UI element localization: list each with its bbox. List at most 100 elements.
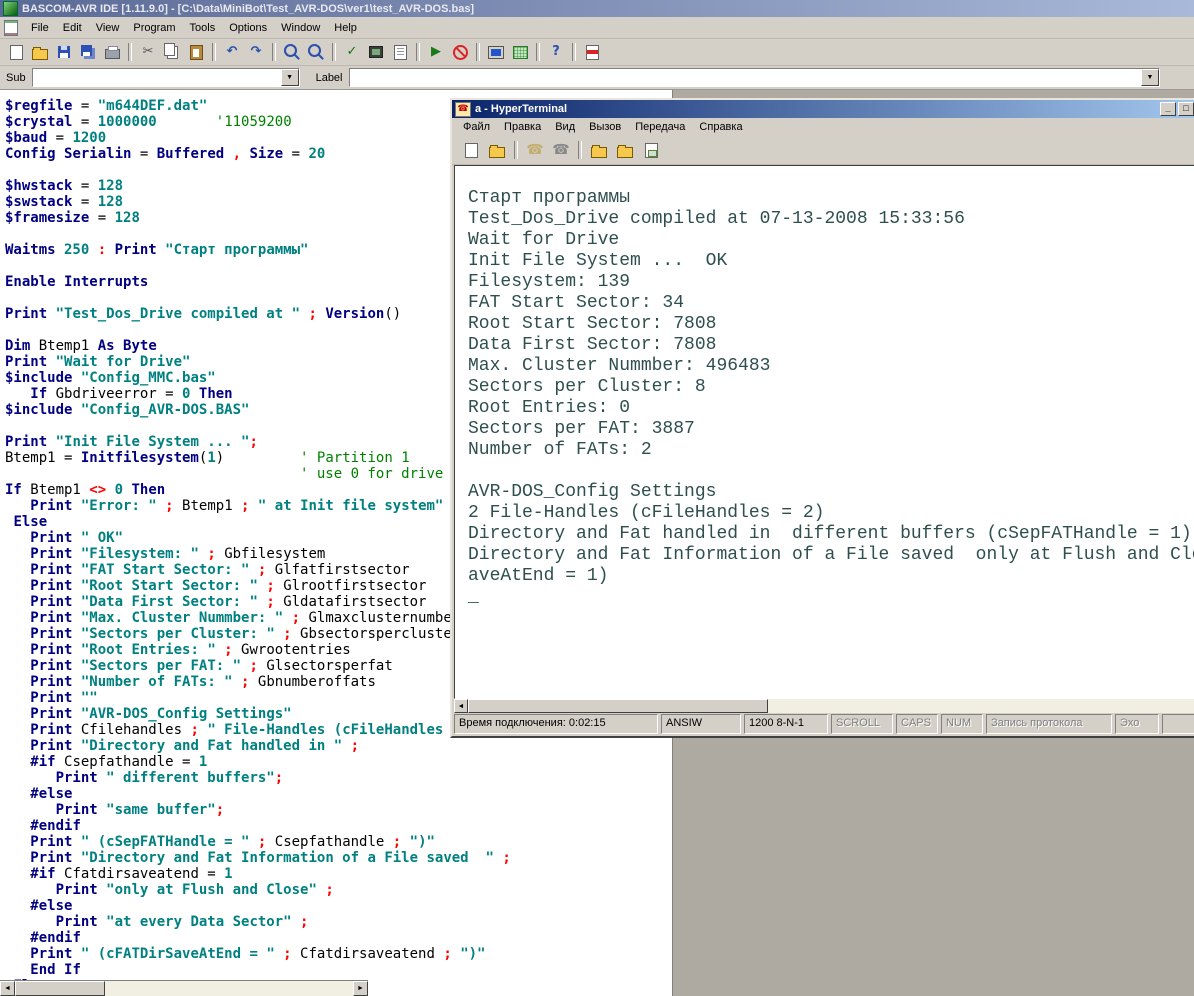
label-combo-dropdown-icon[interactable]: ▼	[1141, 69, 1159, 86]
terminal-hscrollbar[interactable]: ◄ ►	[454, 699, 1194, 713]
syntax-check-button[interactable]: ✓	[341, 41, 363, 63]
code-line: Print "Directory and Fat handled in " ;	[5, 738, 672, 754]
program-chip-button[interactable]	[449, 41, 471, 63]
terminal-line: Init File System ... OK	[468, 251, 1194, 272]
open-connection-button[interactable]	[485, 138, 509, 162]
new-connection-button[interactable]	[459, 138, 483, 162]
menu-view[interactable]: View	[89, 20, 127, 36]
ht-menu-вид[interactable]: Вид	[548, 119, 582, 135]
copy-icon	[164, 43, 175, 56]
program-chip-icon	[453, 45, 468, 60]
main-toolbar-separator	[416, 43, 420, 61]
paste-icon	[190, 45, 203, 60]
find-next-button[interactable]	[305, 41, 327, 63]
ht-menu-правка[interactable]: Правка	[497, 119, 548, 135]
ht-menu-передача[interactable]: Передача	[628, 119, 692, 135]
open-file-icon	[32, 49, 48, 60]
main-toolbar-separator	[128, 43, 132, 61]
editor-scroll-right-icon[interactable]: ►	[353, 981, 368, 996]
editor-scroll-thumb[interactable]	[15, 981, 105, 996]
label-combo[interactable]: ▼	[349, 68, 1161, 87]
menu-program[interactable]: Program	[126, 20, 182, 36]
open-connection-icon	[489, 147, 505, 158]
properties-button[interactable]	[639, 138, 663, 162]
menu-tools[interactable]: Tools	[183, 20, 223, 36]
ht-menu-вызов[interactable]: Вызов	[582, 119, 628, 135]
cut-button[interactable]: ✂	[137, 41, 159, 63]
terminal-screen[interactable]: Старт программыTest_Dos_Drive compiled a…	[454, 165, 1194, 699]
menu-window[interactable]: Window	[274, 20, 327, 36]
find-next-icon	[308, 44, 321, 57]
compile-icon	[369, 46, 383, 58]
call-button[interactable]: ☎	[523, 138, 547, 162]
terminal-scroll-thumb[interactable]	[468, 699, 768, 713]
label-combo-value	[350, 69, 1142, 86]
code-line: #if Cfatdirsaveatend = 1	[5, 866, 672, 882]
ht-toolbar-separator	[578, 141, 582, 159]
terminal-line: Max. Cluster Nummber: 496483	[468, 356, 1194, 377]
document-icon	[4, 20, 18, 36]
menu-file[interactable]: File	[24, 20, 56, 36]
save-button[interactable]	[53, 41, 75, 63]
ht-window-title: a - HyperTerminal	[475, 103, 567, 115]
ht-statusbar: Время подключения: 0:02:15 ANSIW 1200 8-…	[454, 714, 1194, 734]
terminal-scroll-left-icon[interactable]: ◄	[454, 699, 468, 713]
ht-titlebar[interactable]: ☎ a - HyperTerminal _□×	[452, 100, 1194, 118]
ht-maximize-button[interactable]: □	[1178, 102, 1194, 116]
help-button[interactable]: ?	[545, 41, 567, 63]
sub-combo[interactable]: ▼	[32, 68, 300, 87]
pdf-report-button[interactable]	[581, 41, 603, 63]
menu-options[interactable]: Options	[222, 20, 274, 36]
terminal-line: 2 File-Handles (cFileHandles = 2)	[468, 503, 1194, 524]
editor-scroll-track[interactable]	[15, 981, 353, 996]
terminal-emulator-button[interactable]	[485, 41, 507, 63]
cut-icon: ✂	[143, 44, 154, 60]
redo-button[interactable]: ↷	[245, 41, 267, 63]
undo-button[interactable]: ↶	[221, 41, 243, 63]
receive-file-button[interactable]	[613, 138, 637, 162]
main-toolbar-separator	[272, 43, 276, 61]
main-toolbar-separator	[212, 43, 216, 61]
code-line: #else	[5, 898, 672, 914]
save-all-icon	[81, 45, 92, 56]
code-line: #endif	[5, 930, 672, 946]
menu-edit[interactable]: Edit	[56, 20, 89, 36]
compile-button[interactable]	[365, 41, 387, 63]
ht-menu-файл[interactable]: Файл	[456, 119, 497, 135]
main-titlebar[interactable]: BASCOM-AVR IDE [1.11.9.0] - [C:\Data\Min…	[0, 0, 1194, 17]
show-result-button[interactable]	[389, 41, 411, 63]
menu-help[interactable]: Help	[327, 20, 364, 36]
print-button[interactable]	[101, 41, 123, 63]
status-scroll-lock: SCROLL	[831, 714, 893, 734]
simulate-icon: ▶	[431, 44, 441, 60]
editor-scroll-left-icon[interactable]: ◄	[0, 981, 15, 996]
call-icon: ☎	[526, 142, 543, 158]
paste-button[interactable]	[185, 41, 207, 63]
terminal-line: Filesystem: 139	[468, 272, 1194, 293]
sub-label: Sub	[6, 72, 26, 84]
simulate-button[interactable]: ▶	[425, 41, 447, 63]
copy-button[interactable]	[161, 41, 183, 63]
receive-file-icon	[617, 147, 633, 158]
lcd-designer-button[interactable]	[509, 41, 531, 63]
help-icon: ?	[552, 44, 560, 60]
new-file-button[interactable]	[5, 41, 27, 63]
editor-hscrollbar[interactable]: ◄ ►	[0, 980, 368, 996]
terminal-line: Root Start Sector: 7808	[468, 314, 1194, 335]
main-toolbar-separator	[572, 43, 576, 61]
sub-combo-dropdown-icon[interactable]: ▼	[281, 69, 299, 86]
new-connection-icon	[465, 143, 478, 158]
ht-menu-справка[interactable]: Справка	[692, 119, 749, 135]
save-all-button[interactable]	[77, 41, 99, 63]
disconnect-button[interactable]: ☎	[549, 138, 573, 162]
sub-combo-value	[33, 69, 281, 86]
ht-minimize-button[interactable]: _	[1160, 102, 1176, 116]
find-button[interactable]	[281, 41, 303, 63]
status-capture: Запись протокола	[986, 714, 1112, 734]
main-toolbar-separator	[476, 43, 480, 61]
terminal-line: _	[468, 587, 1194, 608]
code-line: Print " (cFATDirSaveAtEnd = " ; Cfatdirs…	[5, 946, 672, 962]
terminal-scroll-track[interactable]	[468, 699, 1194, 713]
open-file-button[interactable]	[29, 41, 51, 63]
send-file-button[interactable]	[587, 138, 611, 162]
